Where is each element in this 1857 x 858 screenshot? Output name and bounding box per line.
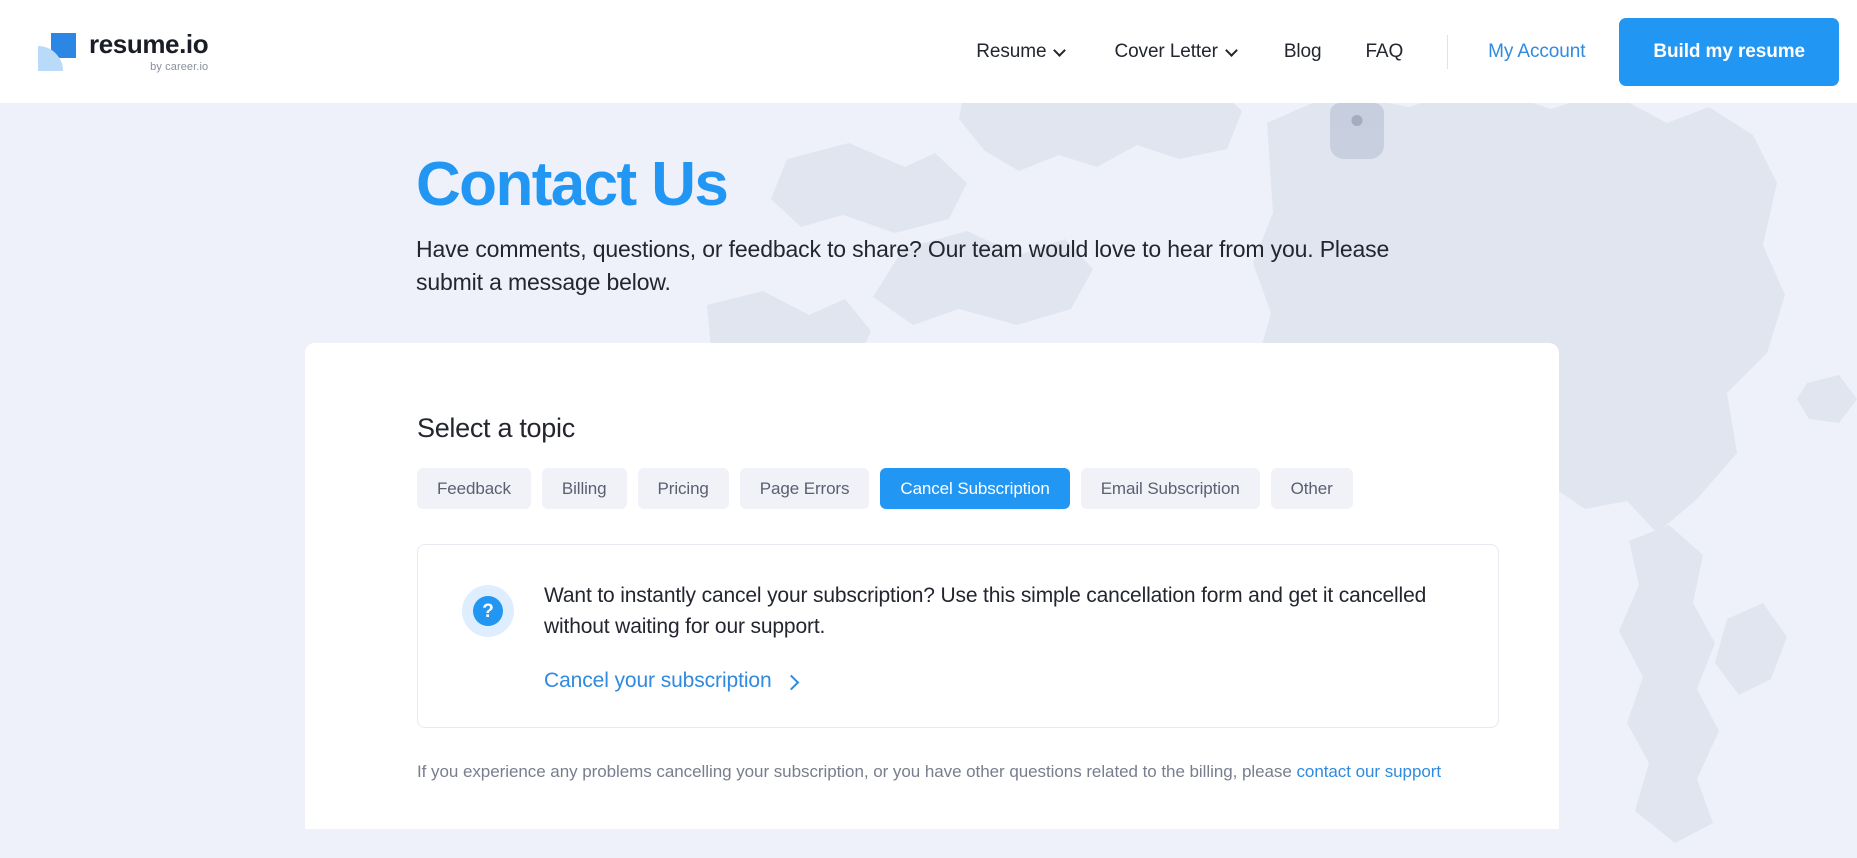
nav-item-blog-label: Blog [1283,40,1322,62]
brand-logo-link[interactable]: resume.io by career.io [38,28,209,73]
topic-chip-email-subscription[interactable]: Email Subscription [1080,468,1260,510]
topic-chip-billing[interactable]: Billing [541,468,627,510]
topic-chip-other[interactable]: Other [1270,468,1353,510]
nav-divider [1447,34,1449,69]
site-header: resume.io by career.io Resume Cover Lett… [0,0,1857,103]
brand-tagline: by career.io [150,60,209,73]
topic-chip-page-errors[interactable]: Page Errors [739,468,870,510]
billing-footnote: If you experience any problems cancellin… [417,758,1447,786]
nav-item-faq[interactable]: FAQ [1343,41,1425,63]
nav-item-faq-label: FAQ [1365,40,1404,62]
nav-item-resume[interactable]: Resume [952,41,1090,63]
nav-item-cover-letter-label: Cover Letter [1114,40,1218,62]
cancellation-info-text: Want to instantly cancel your subscripti… [544,584,1427,638]
build-my-resume-button[interactable]: Build my resume [1619,17,1839,86]
contact-form-card: Select a topic Feedback Billing Pricing … [305,343,1559,830]
chevron-down-icon [1227,45,1238,56]
contact-our-support-link[interactable]: contact our support [1296,762,1441,781]
my-account-link[interactable]: My Account [1470,41,1603,63]
billing-footnote-text: If you experience any problems cancellin… [417,762,1297,782]
page-subtitle: Have comments, questions, or feedback to… [416,235,1390,295]
cancel-subscription-link[interactable]: Cancel your subscription [544,669,797,693]
nav-item-blog[interactable]: Blog [1262,41,1344,63]
cancellation-info-box: ? Want to instantly cancel your subscrip… [417,544,1499,729]
chevron-right-icon [785,676,797,688]
topic-chip-cancel-subscription[interactable]: Cancel Subscription [880,468,1070,510]
topic-chip-group: Feedback Billing Pricing Page Errors Can… [417,468,1499,510]
main-navigation: Resume Cover Letter Blog FAQ My Account … [952,0,1857,103]
topic-chip-pricing[interactable]: Pricing [637,468,729,510]
nav-item-cover-letter[interactable]: Cover Letter [1090,41,1261,63]
cancel-subscription-link-label: Cancel your subscription [544,669,772,693]
resume-io-logo-icon [38,32,76,71]
page-content: Contact Us Have comments, questions, or … [0,103,1857,830]
nav-item-resume-label: Resume [976,40,1047,62]
topic-chip-feedback[interactable]: Feedback [417,468,531,510]
hero-section: Contact Us Have comments, questions, or … [0,103,1857,298]
brand-name: resume.io [89,28,209,59]
select-topic-heading: Select a topic [417,413,575,444]
chevron-down-icon [1055,45,1066,56]
page-title: Contact Us [416,150,729,219]
question-mark-icon: ? [462,585,514,638]
